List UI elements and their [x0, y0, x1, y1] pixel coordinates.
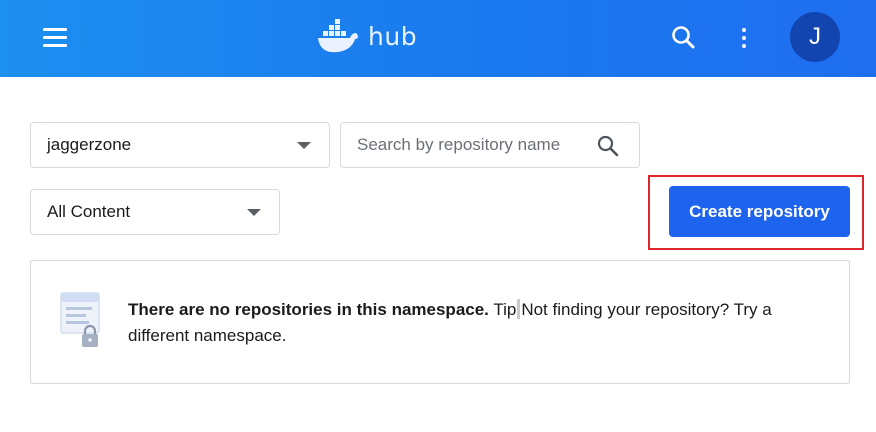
repository-search-input[interactable]	[341, 123, 591, 167]
namespace-value: jaggerzone	[47, 135, 132, 154]
menu-icon[interactable]	[36, 22, 74, 54]
user-avatar[interactable]: J	[790, 12, 840, 62]
top-navigation-bar: hub J	[0, 0, 876, 77]
more-vertical-icon[interactable]	[730, 22, 758, 54]
chevron-down-icon	[297, 142, 311, 149]
avatar-initial: J	[809, 23, 821, 50]
text-cursor	[517, 299, 521, 319]
empty-state-message: There are no repositories in this namesp…	[128, 297, 828, 349]
chevron-down-icon	[247, 209, 261, 216]
empty-state-card: There are no repositories in this namesp…	[30, 260, 850, 384]
namespace-select[interactable]: jaggerzone	[30, 122, 330, 168]
tip-label: Tip	[493, 300, 517, 319]
repository-search	[340, 122, 640, 168]
empty-state-title: There are no repositories in this namesp…	[128, 300, 489, 319]
docker-hub-logo[interactable]: hub	[316, 14, 417, 58]
content-filter-select[interactable]: All Content	[30, 189, 280, 235]
search-icon[interactable]	[596, 134, 620, 158]
search-icon	[672, 26, 695, 49]
docker-whale-icon	[318, 19, 358, 53]
create-repository-button[interactable]: Create repository	[669, 186, 850, 237]
content-filter-value: All Content	[47, 202, 131, 221]
header-search-button[interactable]	[668, 22, 700, 54]
logo-text: hub	[368, 21, 418, 51]
locked-repository-icon	[60, 292, 100, 347]
